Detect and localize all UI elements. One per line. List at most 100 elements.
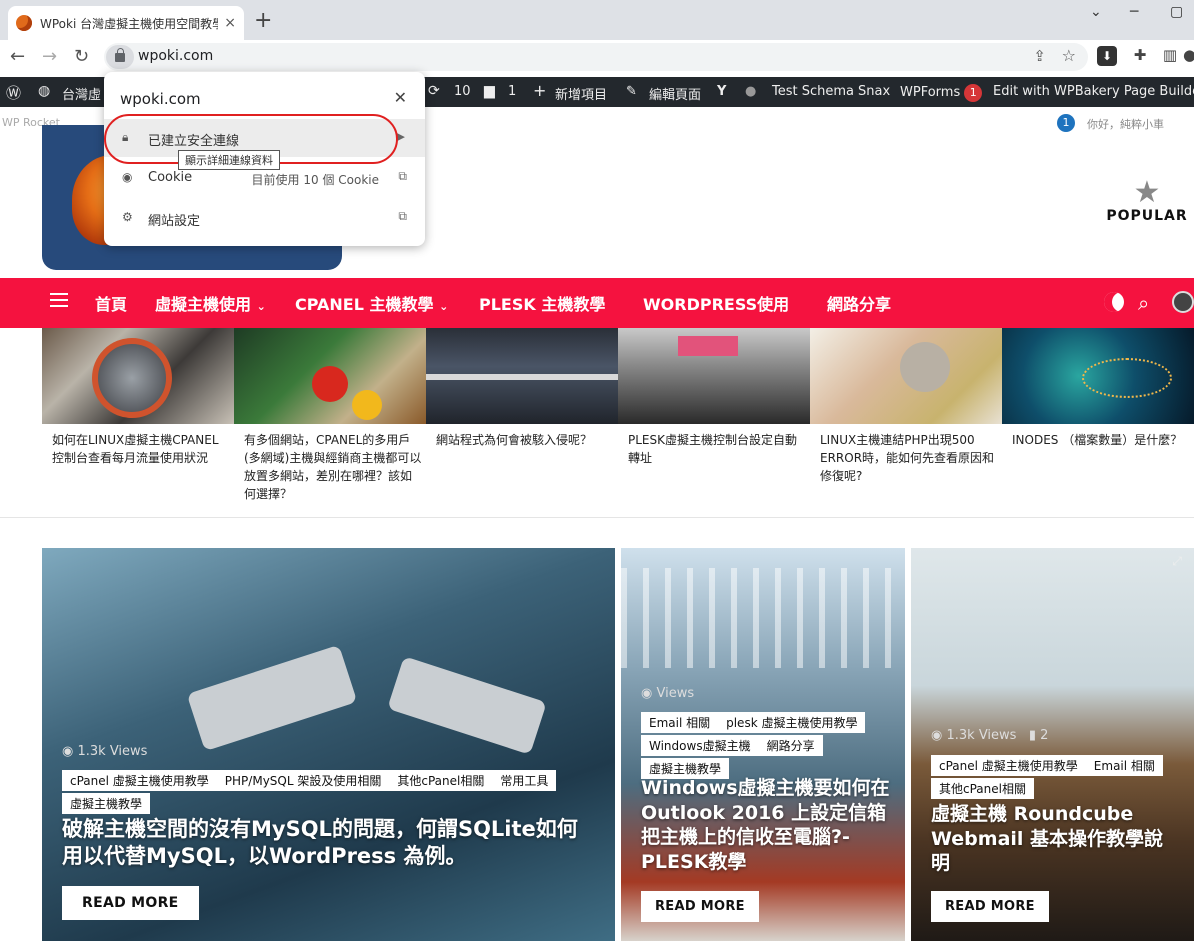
search-icon[interactable]: ⌕: [1138, 291, 1149, 315]
nav-item-cpanel-label: CPANEL 主機教學: [295, 295, 434, 314]
category-tag[interactable]: 其他cPanel相關: [931, 778, 1034, 799]
minimize-icon[interactable]: ─: [1130, 4, 1138, 20]
wpforms-link[interactable]: WPForms 1: [900, 84, 983, 102]
snax-link[interactable]: Snax: [858, 84, 890, 99]
category-tag[interactable]: PHP/MySQL 架設及使用相關: [216, 770, 390, 791]
thumb-caption[interactable]: 有多個網站，CPANEL的多用戶(多網域)主機與經銷商主機都可以放置多網站，差別…: [244, 431, 422, 503]
thumb-caption[interactable]: LINUX主機連結PHP出現500 ERROR時，能如何先查看原因和修復呢?: [820, 431, 998, 485]
popular-link[interactable]: ★ POPULAR: [1105, 178, 1189, 225]
yoast-icon[interactable]: Y: [717, 84, 726, 99]
chevron-down-icon: ⌄: [439, 300, 449, 313]
hamburger-icon[interactable]: [50, 293, 68, 307]
category-tag[interactable]: 虛擬主機教學: [62, 793, 151, 814]
site-settings-row[interactable]: ⚙ 網站設定 ⧉: [104, 199, 425, 237]
bookmark-star-icon[interactable]: ☆: [1062, 46, 1076, 65]
extension-download-icon[interactable]: ⬇: [1097, 46, 1117, 66]
url-text[interactable]: wpoki.com: [138, 48, 213, 64]
wpbakery-link[interactable]: Edit with WPBakery Page Builder: [993, 84, 1194, 99]
category-tag[interactable]: Email 相關: [641, 712, 719, 733]
nav-item-plesk[interactable]: PLESK 主機教學: [479, 291, 605, 315]
dark-mode-moon-icon[interactable]: [1104, 292, 1124, 312]
category-tag[interactable]: plesk 虛擬主機使用教學: [718, 712, 866, 733]
thumb-caption[interactable]: 如何在LINUX虛擬主機CPANEL控制台查看每月流量使用狀況: [52, 431, 230, 467]
pencil-icon[interactable]: ✎: [626, 84, 637, 99]
views-text: 1.3k Views: [77, 744, 148, 759]
popular-label: POPULAR: [1106, 208, 1188, 224]
avatar[interactable]: [1172, 291, 1194, 313]
card-headline[interactable]: 虛擬主機 Roundcube Webmail 基本操作教學說明: [931, 802, 1181, 876]
read-more-button[interactable]: READ MORE: [62, 886, 199, 920]
category-tag[interactable]: Email 相關: [1085, 755, 1163, 776]
lock-icon[interactable]: [106, 45, 134, 69]
admin-site-name[interactable]: 台灣虛: [62, 84, 101, 103]
thumb-image[interactable]: [810, 328, 1002, 424]
open-external-icon: ⧉: [398, 169, 407, 183]
seo-status-dot-icon: ●: [745, 84, 757, 99]
nav-item-wordpress[interactable]: WORDPRESS使用: [643, 291, 789, 315]
comments-icon[interactable]: ▆: [484, 83, 495, 99]
category-tag[interactable]: Windows虛擬主機: [641, 735, 759, 756]
category-tag[interactable]: 其他cPanel相關: [389, 770, 493, 791]
thumb-caption[interactable]: 網站程式為何會被駭入侵呢？: [436, 431, 614, 449]
updates-count[interactable]: 10: [454, 84, 471, 99]
views-text: 1.3k Views: [946, 728, 1017, 743]
tag-list: cPanel 虛擬主機使用教學 PHP/MySQL 架設及使用相關 其他cPan…: [62, 770, 562, 816]
nav-item-virtual-host-label: 虛擬主機使用: [155, 295, 252, 314]
category-tag[interactable]: cPanel 虛擬主機使用教學: [931, 755, 1086, 776]
nav-item-network[interactable]: 網路分享: [827, 291, 891, 315]
thumb-image[interactable]: [42, 328, 234, 424]
back-icon[interactable]: ←: [10, 46, 25, 67]
notification-badge[interactable]: 1: [1057, 114, 1075, 132]
card-headline[interactable]: 破解主機空間的沒有MySQL的問題，何謂SQLite如何用以代替MySQL，以W…: [62, 816, 592, 871]
new-tab-button[interactable]: +: [254, 8, 272, 33]
read-more-button[interactable]: READ MORE: [641, 891, 759, 922]
reload-icon[interactable]: ↻: [74, 46, 89, 67]
maximize-icon[interactable]: ▢: [1170, 4, 1183, 20]
views-count: ◉ 1.3k Views: [62, 744, 148, 759]
tab-close-icon[interactable]: ×: [224, 15, 236, 31]
featured-card[interactable]: ⤢ ◉ 1.3k Views ▮ 2 cPanel 虛擬主機使用教學 Email…: [911, 548, 1194, 941]
forward-icon[interactable]: →: [42, 46, 57, 67]
dashboard-icon[interactable]: ◍: [38, 83, 50, 99]
wpforms-label: WPForms: [900, 85, 961, 100]
featured-card[interactable]: ◉ 1.3k Views cPanel 虛擬主機使用教學 PHP/MySQL 架…: [42, 548, 615, 941]
wpforms-badge: 1: [964, 84, 983, 102]
wordpress-logo-icon[interactable]: Ⓦ: [6, 82, 21, 103]
edit-page-link[interactable]: 編輯頁面: [649, 84, 701, 103]
extensions-puzzle-icon[interactable]: ✚: [1130, 46, 1150, 66]
read-more-button[interactable]: READ MORE: [931, 891, 1049, 922]
comments-count[interactable]: 1: [508, 84, 516, 99]
user-greeting[interactable]: 你好，純粹小車: [1087, 116, 1164, 132]
omnibox[interactable]: wpoki.com ⇪ ☆: [104, 43, 1088, 71]
category-tag[interactable]: cPanel 虛擬主機使用教學: [62, 770, 217, 791]
nav-item-cpanel[interactable]: CPANEL 主機教學 ⌄: [295, 291, 448, 315]
views-text: Views: [656, 686, 695, 701]
new-item-link[interactable]: 新增項目: [555, 84, 607, 103]
cookie-label: Cookie: [148, 170, 193, 185]
browser-tab[interactable]: WPoki 台灣虛擬主機使用空間教學 ×: [8, 6, 244, 40]
test-schema-link[interactable]: Test Schema: [772, 84, 854, 99]
plus-icon[interactable]: +: [533, 81, 546, 100]
nav-item-home[interactable]: 首頁: [95, 291, 127, 315]
thumb-image[interactable]: [234, 328, 426, 424]
thumb-image[interactable]: [1002, 328, 1194, 424]
site-settings-label: 網站設定: [148, 214, 201, 229]
views-count: ◉ Views: [641, 686, 695, 701]
thumb-caption[interactable]: INODES （檔案數量）是什麼？: [1012, 431, 1190, 449]
card-headline[interactable]: Windows虛擬主機要如何在 Outlook 2016 上設定信箱把主機上的信…: [641, 776, 891, 875]
featured-card[interactable]: ◉ Views Email 相關 plesk 虛擬主機使用教學 Windows虛…: [621, 548, 905, 941]
thumb-caption[interactable]: PLESK虛擬主機控制台設定自動轉址: [628, 431, 806, 467]
updates-icon[interactable]: ⟳: [428, 83, 440, 99]
expand-icon[interactable]: ⤢: [1172, 554, 1182, 569]
tab-search-icon[interactable]: ⌄: [1090, 4, 1102, 20]
thumb-image[interactable]: [426, 328, 618, 424]
gear-icon: ⚙: [122, 210, 133, 224]
nav-item-virtual-host[interactable]: 虛擬主機使用 ⌄: [155, 291, 266, 315]
share-icon[interactable]: ⇪: [1033, 47, 1046, 65]
side-panel-icon[interactable]: ▥: [1160, 46, 1180, 66]
category-tag[interactable]: 常用工具: [492, 770, 557, 791]
close-icon[interactable]: ✕: [394, 88, 407, 107]
thumb-image[interactable]: [618, 328, 810, 424]
profile-icon[interactable]: ●: [1183, 46, 1194, 66]
category-tag[interactable]: 網路分享: [758, 735, 823, 756]
